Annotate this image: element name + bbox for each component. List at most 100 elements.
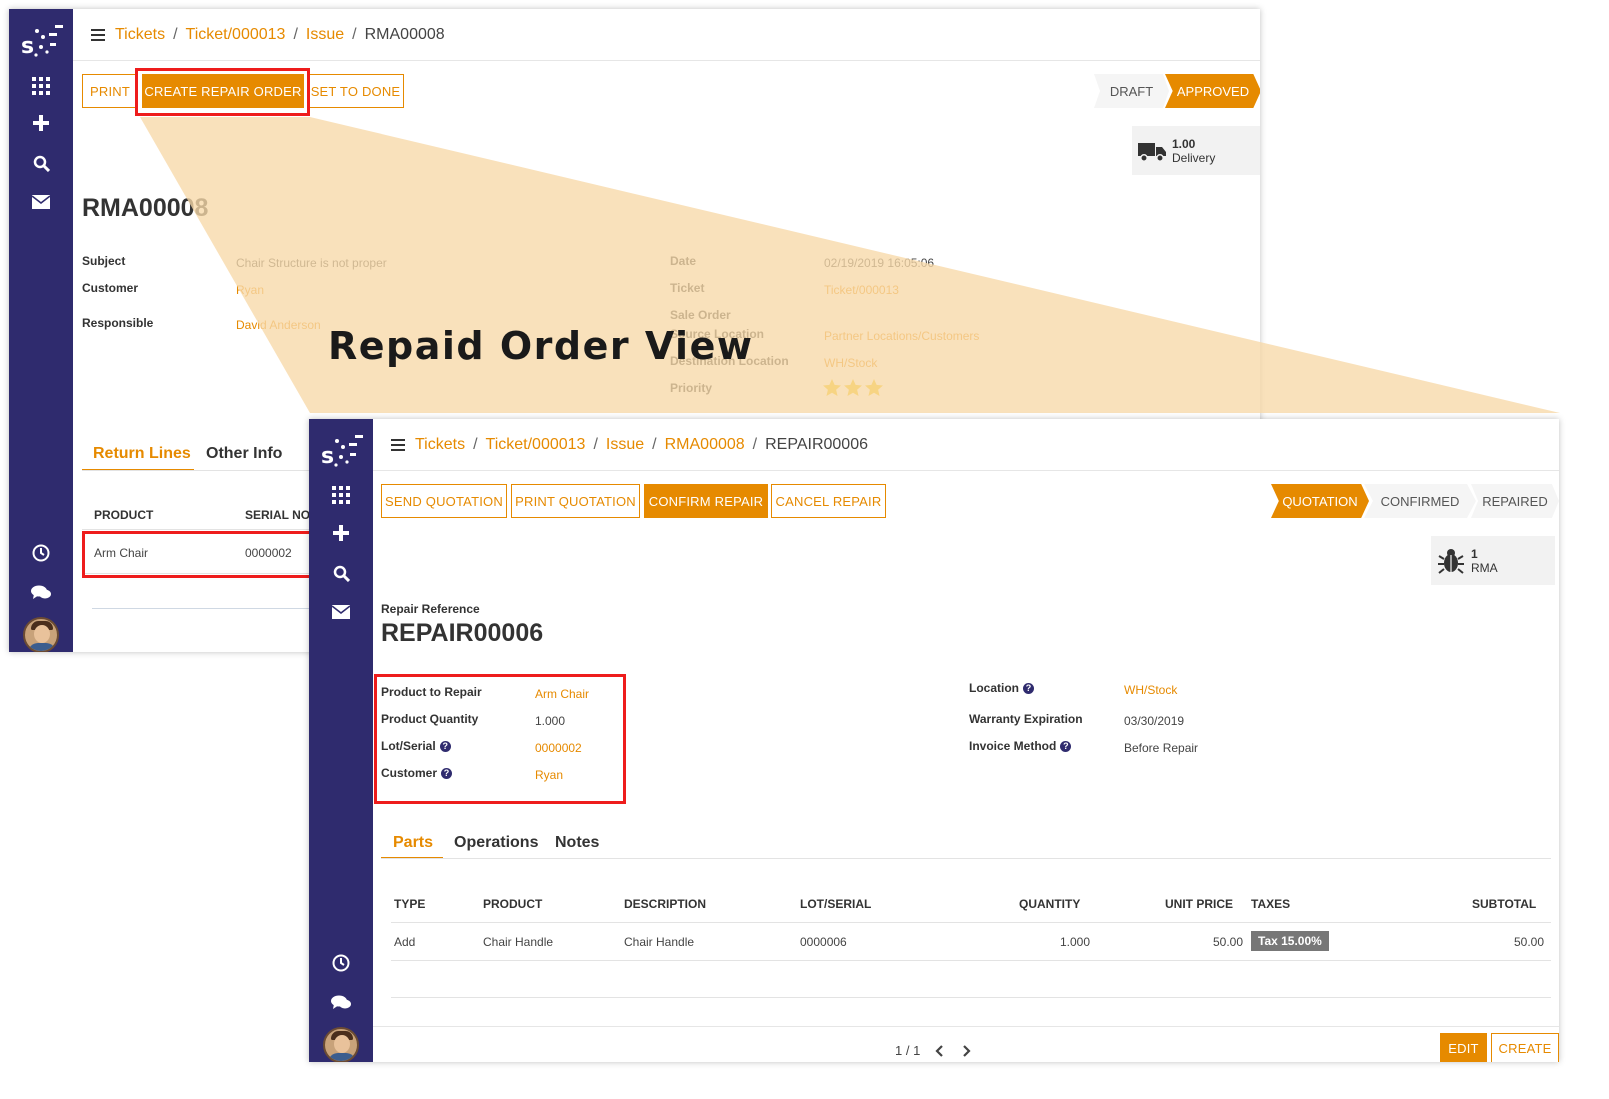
column-header-subtotal[interactable]: SUBTOTAL [1472,897,1536,911]
row-description[interactable]: Chair Handle [624,935,694,949]
ticket-link[interactable]: Ticket/000013 [824,283,899,297]
column-header-taxes[interactable]: TAXES [1251,897,1290,911]
column-header-serial[interactable]: SERIAL NO [245,508,310,522]
create-button[interactable]: CREATE [1491,1033,1559,1062]
plus-icon[interactable] [309,518,373,548]
overlay-caption: Repaid Order View [328,324,754,368]
subject-label: Subject [82,254,126,268]
breadcrumb-link[interactable]: Ticket/000013 [486,436,586,454]
tab-notes[interactable]: Notes [555,834,599,852]
chevron-left-icon[interactable] [934,1044,946,1058]
app-logo-icon: s [21,25,63,59]
invoice-method-label-text: Invoice Method [969,739,1057,753]
apps-grid-icon[interactable] [9,71,73,101]
search-icon[interactable] [309,558,373,588]
priority-stars[interactable] [823,379,887,397]
stage-confirmed[interactable]: CONFIRMED [1364,484,1476,518]
tab-operations[interactable]: Operations [454,834,538,852]
date-label: Date [670,254,697,268]
edit-button[interactable]: EDIT [1440,1033,1487,1062]
stage-draft[interactable]: DRAFT [1094,74,1169,108]
search-icon[interactable] [9,148,73,178]
customer-link[interactable]: Ryan [236,283,264,297]
chat-icon[interactable] [9,578,73,608]
truck-icon [1138,142,1166,162]
breadcrumb-link[interactable]: RMA00008 [665,436,745,454]
sidebar: s [9,9,73,652]
plus-icon[interactable] [9,108,73,138]
date-value: 02/19/2019 16:05:06 [824,256,935,270]
row-quantity[interactable]: 1.000 [1060,935,1090,949]
star-icon[interactable] [823,379,841,396]
star-icon[interactable] [844,379,862,396]
rma-label: RMA [1471,560,1498,575]
delivery-smart-button[interactable]: 1.00 Delivery [1132,126,1260,175]
clock-icon[interactable] [9,538,73,568]
column-header-unit-price[interactable]: UNIT PRICE [1165,897,1233,911]
stage-quotation[interactable]: QUOTATION [1271,484,1369,518]
tab-parts[interactable]: Parts [393,834,433,852]
print-button[interactable]: PRINT [82,74,138,108]
row-unit-price[interactable]: 50.00 [1213,935,1243,949]
column-header-quantity[interactable]: QUANTITY [1019,897,1080,911]
envelope-icon[interactable] [309,597,373,627]
apps-grid-icon[interactable] [309,480,373,510]
source-location-link[interactable]: Partner Locations/Customers [824,329,979,343]
rma-smart-button[interactable]: 1 RMA [1431,536,1555,585]
column-header-lot-serial[interactable]: LOT/SERIAL [800,897,871,911]
sale-order-label: Sale Order [670,308,731,322]
pager: 1 / 1 [895,1043,921,1058]
user-avatar[interactable] [323,1027,359,1062]
chat-icon[interactable] [309,988,373,1018]
location-link[interactable]: WH/Stock [1124,683,1177,697]
breadcrumb-separator: / [293,25,298,43]
breadcrumb-link[interactable]: Issue [606,436,644,454]
stage-repaired[interactable]: REPAIRED [1471,484,1559,518]
confirm-repair-button[interactable]: CONFIRM REPAIR [644,484,768,518]
svg-text:s: s [21,34,34,59]
responsible-link[interactable]: David Anderson [236,318,321,332]
column-header-type[interactable]: TYPE [394,897,425,911]
highlight-product-fields [374,674,626,804]
customer-label: Customer [82,281,139,295]
help-icon[interactable]: ? [1060,741,1072,752]
ticket-label: Ticket [670,281,705,295]
destination-location-link[interactable]: WH/Stock [824,356,877,370]
chevron-right-icon[interactable] [960,1044,972,1058]
breadcrumb-link[interactable]: Ticket/000013 [186,26,286,44]
clock-icon[interactable] [309,948,373,978]
cancel-repair-button[interactable]: CANCEL REPAIR [771,484,886,518]
column-header-product[interactable]: PRODUCT [94,508,153,522]
row-lot-serial[interactable]: 0000006 [800,935,847,949]
stage-approved[interactable]: APPROVED [1165,74,1260,108]
set-to-done-button[interactable]: SET TO DONE [307,74,404,108]
location-label-text: Location [969,681,1019,695]
breadcrumb-link[interactable]: Tickets [115,26,165,44]
star-icon[interactable] [865,379,883,396]
delivery-label: Delivery [1172,150,1216,165]
envelope-icon[interactable] [9,187,73,217]
breadcrumb-link[interactable]: Tickets [415,436,465,454]
row-subtotal[interactable]: 50.00 [1514,935,1544,949]
column-header-description[interactable]: DESCRIPTION [624,897,706,911]
table-row-divider [391,960,1551,961]
user-avatar[interactable] [23,617,59,652]
sidebar: s [309,419,373,1062]
breadcrumb-link[interactable]: Issue [306,26,344,44]
priority-label: Priority [670,381,713,395]
row-type[interactable]: Add [394,935,415,949]
breadcrumb: Tickets / Ticket/000013 / Issue / RMA00008 [73,9,1260,61]
row-product[interactable]: Chair Handle [483,935,553,949]
column-header-product[interactable]: PRODUCT [483,897,542,911]
tab-return-lines[interactable]: Return Lines [93,445,191,463]
location-label: Location? [969,681,1034,695]
tab-other-info[interactable]: Other Info [206,445,282,463]
print-quotation-button[interactable]: PRINT QUOTATION [511,484,640,518]
tax-badge[interactable]: Tax 15.00% [1251,931,1329,951]
app-logo-icon: s [321,435,363,469]
menu-icon[interactable] [391,438,405,451]
tabs-divider [381,858,1551,859]
send-quotation-button[interactable]: SEND QUOTATION [381,484,507,518]
help-icon[interactable]: ? [1023,683,1034,694]
menu-icon[interactable] [91,28,105,41]
